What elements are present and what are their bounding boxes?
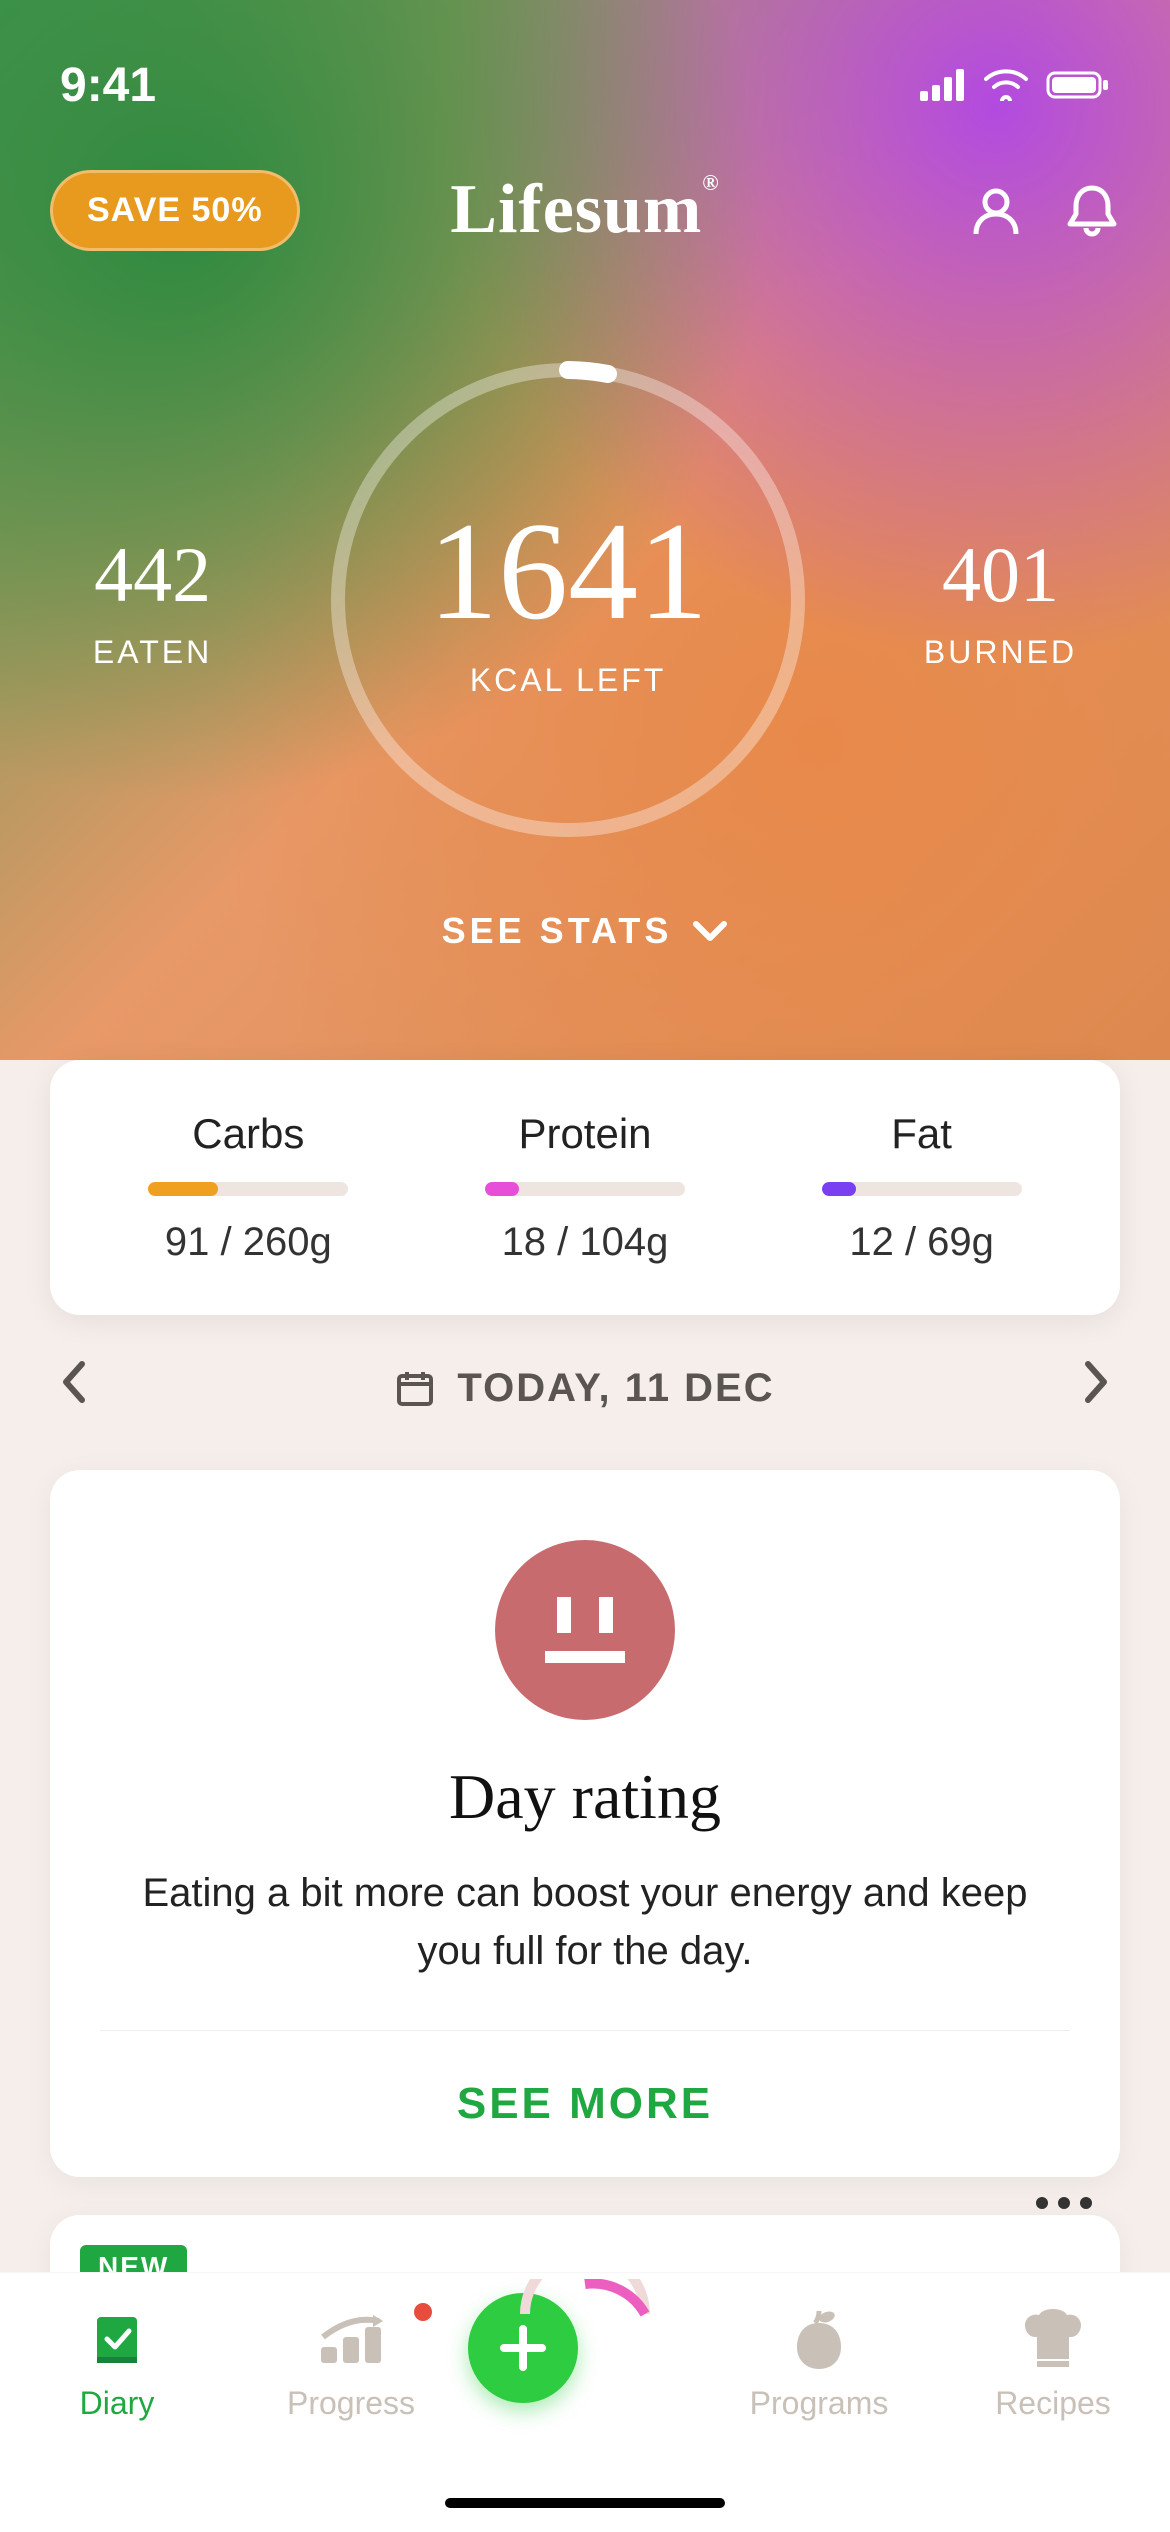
macro-bar: [485, 1182, 685, 1196]
macro-name: Carbs: [82, 1110, 415, 1158]
notification-dot-icon: [414, 2303, 432, 2321]
status-bar: 9:41: [0, 0, 1170, 130]
see-stats-button[interactable]: SEE STATS: [0, 910, 1170, 952]
tab-progress[interactable]: Progress: [234, 2303, 468, 2422]
tab-diary-label: Diary: [0, 2385, 234, 2422]
top-icons: [968, 182, 1120, 238]
tab-recipes-label: Recipes: [936, 2385, 1170, 2422]
burned-value: 401: [924, 530, 1077, 620]
calendar-icon: [395, 1368, 435, 1408]
macro-value: 12 / 69g: [755, 1220, 1088, 1265]
fab-arc-icon: [520, 2279, 650, 2319]
burned-label: BURNED: [924, 634, 1077, 671]
status-indicators: [920, 58, 1110, 113]
progress-icon: [315, 2311, 387, 2367]
chevron-right-icon: [1082, 1360, 1110, 1404]
macro-name: Protein: [418, 1110, 751, 1158]
app-logo-text: Lifesum: [450, 171, 702, 248]
tab-recipes[interactable]: Recipes: [936, 2303, 1170, 2422]
tab-programs-label: Programs: [702, 2385, 936, 2422]
day-rating-card: Day rating Eating a bit more can boost y…: [50, 1470, 1120, 2177]
chef-hat-icon: [1023, 2309, 1083, 2369]
plus-icon: [496, 2321, 550, 2375]
tab-programs[interactable]: Programs: [702, 2303, 936, 2422]
neutral-face-icon: [495, 1540, 675, 1720]
next-day-button[interactable]: [1082, 1360, 1110, 1416]
app-logo: Lifesum®: [450, 170, 719, 250]
calorie-summary: 442 EATEN 1641 KCAL LEFT 401 BURNED: [0, 350, 1170, 850]
profile-button[interactable]: [968, 182, 1024, 238]
notifications-button[interactable]: [1064, 182, 1120, 238]
prev-day-button[interactable]: [60, 1360, 88, 1416]
more-menu-icon[interactable]: [1036, 2197, 1092, 2209]
macro-carbs: Carbs 91 / 260g: [82, 1110, 415, 1265]
battery-icon: [1046, 58, 1110, 113]
save-offer-button[interactable]: SAVE 50%: [50, 170, 300, 251]
apple-icon: [791, 2307, 847, 2371]
day-rating-text: Eating a bit more can boost your energy …: [100, 1864, 1070, 2030]
profile-icon: [970, 184, 1022, 236]
see-more-button[interactable]: SEE MORE: [100, 2031, 1070, 2177]
eaten-label: EATEN: [93, 634, 212, 671]
macros-card[interactable]: Carbs 91 / 260g Protein 18 / 104g Fat 12 / 69…: [50, 1060, 1120, 1315]
see-stats-label: SEE STATS: [442, 910, 673, 952]
date-picker-button[interactable]: TODAY, 11 DEC: [395, 1366, 774, 1411]
macro-bar: [148, 1182, 348, 1196]
macro-value: 91 / 260g: [82, 1220, 415, 1265]
date-navigator: TODAY, 11 DEC: [50, 1340, 1120, 1436]
calories-ring[interactable]: 1641 KCAL LEFT: [318, 350, 818, 850]
bell-icon: [1066, 182, 1118, 238]
burned-stat: 401 BURNED: [924, 530, 1077, 671]
eaten-value: 442: [93, 530, 212, 620]
tab-diary[interactable]: Diary: [0, 2303, 234, 2422]
status-time: 9:41: [60, 58, 156, 113]
chevron-left-icon: [60, 1360, 88, 1404]
macro-bar: [822, 1182, 1022, 1196]
registered-mark: ®: [702, 170, 719, 195]
macro-protein: Protein 18 / 104g: [418, 1110, 751, 1265]
wifi-icon: [984, 58, 1028, 113]
diary-icon: [87, 2309, 147, 2369]
home-indicator[interactable]: [445, 2498, 725, 2508]
ring-icon: [318, 350, 818, 850]
eaten-stat: 442 EATEN: [93, 530, 212, 671]
tab-progress-label: Progress: [234, 2385, 468, 2422]
macro-fat: Fat 12 / 69g: [755, 1110, 1088, 1265]
macro-name: Fat: [755, 1110, 1088, 1158]
add-button[interactable]: [468, 2303, 702, 2403]
tab-bar: Diary Progress Programs Recipes: [0, 2272, 1170, 2532]
macro-value: 18 / 104g: [418, 1220, 751, 1265]
cellular-icon: [920, 58, 966, 113]
top-bar: SAVE 50% Lifesum®: [0, 130, 1170, 270]
date-label: TODAY, 11 DEC: [457, 1366, 774, 1411]
day-rating-title: Day rating: [100, 1760, 1070, 1834]
chevron-down-icon: [692, 920, 728, 942]
hero-section: 9:41 SAVE 50% Lifesum® 442: [0, 0, 1170, 1060]
